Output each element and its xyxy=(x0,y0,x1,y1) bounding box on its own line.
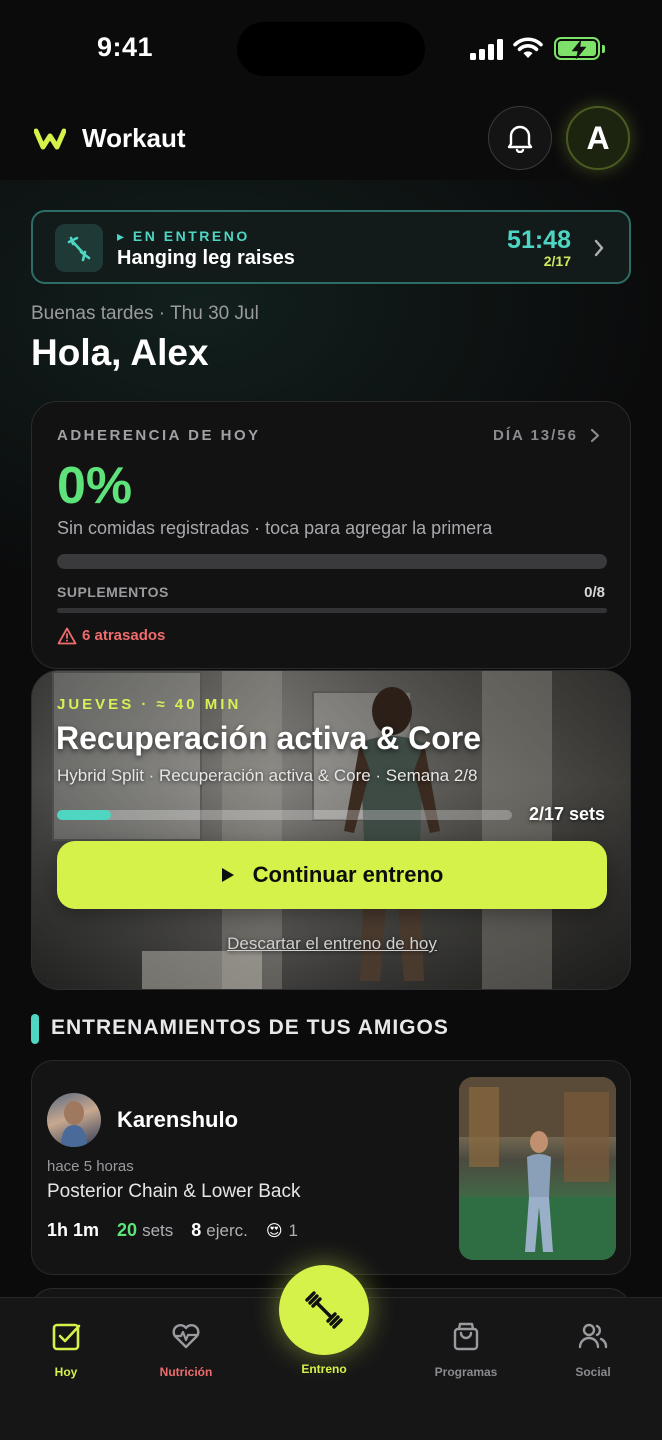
greeting-title: Hola, Alex xyxy=(31,332,209,373)
status-time: 9:41 xyxy=(97,32,154,62)
dumbbell-icon xyxy=(305,1291,343,1329)
workout-title: Recuperación activa & Core xyxy=(56,720,482,756)
tab-entreno-fab[interactable] xyxy=(279,1265,369,1355)
profile-avatar-button[interactable]: A xyxy=(566,106,630,170)
greeting-subtitle: Buenas tardes · Thu 30 Jul xyxy=(31,303,259,324)
program-day[interactable]: DÍA 13/56 xyxy=(493,427,578,444)
continue-workout-label: Continuar entreno xyxy=(252,862,444,887)
status-bar: 9:41 xyxy=(0,0,662,96)
app-header: Workaut A xyxy=(0,100,662,186)
tab-label: Programas xyxy=(434,1365,498,1379)
checkbox-icon xyxy=(52,1323,81,1351)
battery-icon xyxy=(554,37,605,60)
adherence-label: ADHERENCIA DE HOY xyxy=(57,427,261,444)
dumbbell-icon xyxy=(55,224,103,272)
tab-nutricion[interactable]: Nutrición xyxy=(131,1320,241,1379)
friend-workout-stats: 1h 1m 20 sets 8 ejerc. 😍 1 xyxy=(47,1220,298,1241)
adherence-card[interactable]: ADHERENCIA DE HOY DÍA 13/56 0% Sin comid… xyxy=(31,401,631,669)
warning-icon xyxy=(57,627,77,645)
workout-duration: 1h 1m xyxy=(47,1220,100,1240)
continue-workout-button[interactable]: Continuar entreno xyxy=(57,841,607,909)
supplements-count: 0/8 xyxy=(584,584,605,601)
heart-pulse-icon xyxy=(172,1324,200,1349)
supplements-progress-bar xyxy=(57,608,607,613)
app-title: Workaut xyxy=(82,123,186,153)
live-workout-label: ▸ EN ENTRENO xyxy=(117,228,250,244)
reaction-count: 1 xyxy=(288,1221,298,1240)
friend-workout-card[interactable]: Karenshulo hace 5 horas Posterior Chain … xyxy=(31,1060,631,1275)
tab-label: Hoy xyxy=(54,1365,78,1379)
exercises-count: 8 xyxy=(191,1220,202,1240)
workaut-logo-icon xyxy=(34,128,66,150)
adherence-percent: 0% xyxy=(57,457,133,515)
adherence-progress-bar xyxy=(57,554,607,569)
live-workout-banner[interactable]: ▸ EN ENTRENO Hanging leg raises 51:48 2/… xyxy=(31,210,631,284)
tab-hoy[interactable]: Hoy xyxy=(11,1320,121,1379)
section-accent-bar xyxy=(31,1014,39,1044)
bell-icon xyxy=(507,125,533,153)
users-icon xyxy=(578,1323,608,1349)
sets-label: sets xyxy=(142,1221,174,1240)
tab-label-entreno: Entreno xyxy=(301,1362,347,1376)
background-bench xyxy=(142,951,262,989)
workout-kicker: JUEVES · ≈ 40 MIN xyxy=(57,696,242,713)
exercise-progress: 2/17 xyxy=(543,253,571,269)
todays-workout-card[interactable]: JUEVES · ≈ 40 MIN Recuperación activa & … xyxy=(31,670,631,990)
bag-icon xyxy=(453,1322,479,1351)
tab-label: Social xyxy=(575,1365,611,1379)
dynamic-island xyxy=(237,22,425,76)
supplements-label: SUPLEMENTOS xyxy=(57,584,169,600)
friend-name[interactable]: Karenshulo xyxy=(117,1107,238,1133)
wifi-icon xyxy=(513,37,543,58)
tab-programas[interactable]: Programas xyxy=(411,1320,521,1379)
discard-workout-link[interactable]: Descartar el entreno de hoy xyxy=(32,934,630,954)
workout-subtitle: Hybrid Split · Recuperación activa & Cor… xyxy=(57,766,478,785)
sets-count: 20 xyxy=(117,1220,138,1240)
workout-timer: 51:48 xyxy=(507,226,571,254)
notifications-button[interactable] xyxy=(488,106,552,170)
reaction-emoji[interactable]: 😍 xyxy=(266,1221,283,1241)
friends-section-title: ENTRENAMIENTOS DE TUS AMIGOS xyxy=(51,1016,449,1039)
adherence-description: Sin comidas registradas · toca para agre… xyxy=(57,518,493,538)
tab-label: Nutrición xyxy=(159,1365,213,1379)
late-items-text[interactable]: 6 atrasados xyxy=(82,627,165,644)
workout-sets-count: 2/17 sets xyxy=(528,804,605,824)
play-icon xyxy=(221,868,234,882)
cellular-signal-icon xyxy=(470,38,504,60)
friend-workout-photo[interactable] xyxy=(459,1077,616,1260)
workout-progress-bar xyxy=(57,810,512,820)
friend-post-time: hace 5 horas xyxy=(47,1158,134,1175)
exercises-label: ejerc. xyxy=(206,1221,248,1240)
chevron-right-icon xyxy=(590,428,600,443)
chevron-right-icon xyxy=(594,239,604,257)
tab-social[interactable]: Social xyxy=(538,1320,648,1379)
friend-workout-name: Posterior Chain & Lower Back xyxy=(47,1181,301,1202)
current-exercise: Hanging leg raises xyxy=(117,247,295,269)
friend-avatar[interactable] xyxy=(47,1093,101,1147)
